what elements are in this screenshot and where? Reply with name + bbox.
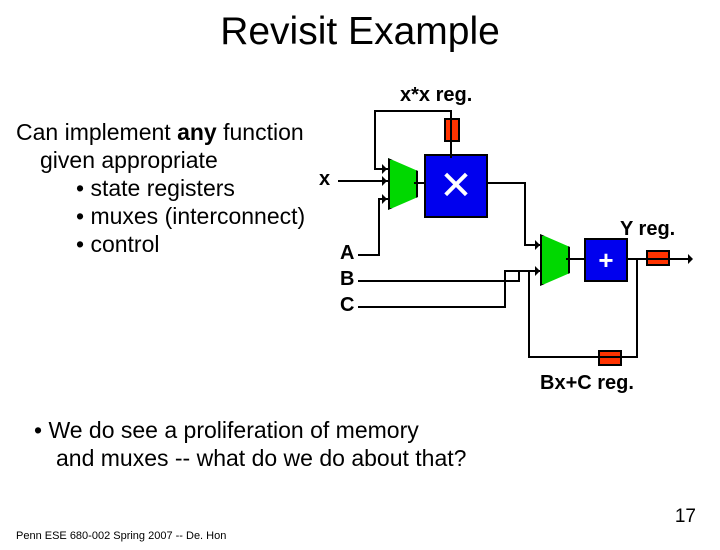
wire-add-down (636, 258, 638, 358)
wire-xx-left (374, 110, 452, 112)
multiplier-block: ✕ (424, 154, 488, 218)
reg-xx (444, 118, 460, 142)
slide-number: 17 (675, 506, 696, 528)
label-xx-reg: x*x reg. (400, 84, 472, 107)
arrow-A-in (382, 194, 387, 204)
label-x: x (319, 168, 330, 191)
label-B: B (340, 268, 354, 291)
wire-bxc-left (528, 356, 638, 358)
mux-top (388, 158, 418, 210)
wire-x-in (338, 180, 388, 182)
proliferation-text: • We do see a proliferation of memory an… (34, 416, 466, 472)
label-A: A (340, 242, 354, 265)
wire-A (358, 254, 380, 256)
arrow-xx-into-mux (382, 164, 387, 174)
wire-muxb-add (566, 258, 586, 260)
wire-xx-up (450, 110, 452, 158)
arrow-mul-muxb (535, 240, 540, 250)
arrow-y-out (688, 254, 693, 264)
wire-C-up (504, 270, 506, 308)
wire-A-up (378, 198, 380, 256)
mux-bottom (540, 234, 570, 286)
adder-block: + (584, 238, 628, 282)
label-y-reg: Y reg. (620, 218, 675, 241)
label-C: C (340, 294, 354, 317)
proliferation-line-2: and muxes -- what do we do about that? (56, 444, 466, 472)
reg-bxc (598, 350, 622, 366)
wire-xx-down (374, 110, 376, 168)
wire-muxtop-mul (414, 182, 426, 184)
wire-mul-down (524, 182, 526, 244)
wire-B (358, 280, 518, 282)
label-bxc-reg: Bx+C reg. (540, 372, 634, 395)
footer-text: Penn ESE 680-002 Spring 2007 -- De. Hon (16, 530, 226, 542)
arrow-x-in (382, 176, 387, 186)
proliferation-line-1: • We do see a proliferation of memory (34, 416, 466, 444)
wire-bxc-up (528, 272, 530, 358)
wire-C (358, 306, 504, 308)
wire-mul-right (486, 182, 526, 184)
arrow-BC-muxb (535, 266, 540, 276)
